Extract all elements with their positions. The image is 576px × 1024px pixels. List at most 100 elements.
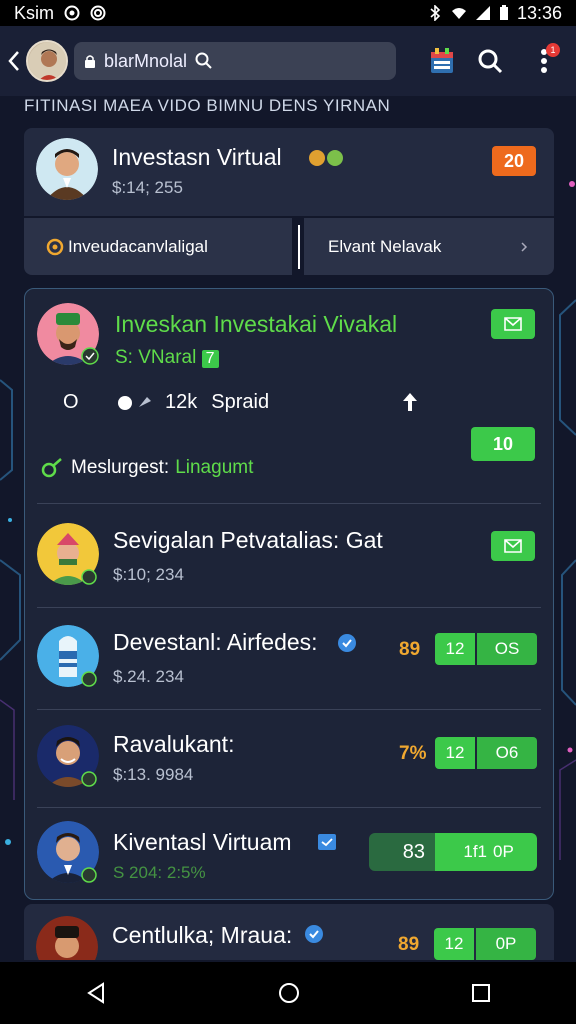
card-title: Investasn Virtual bbox=[112, 144, 282, 170]
avatar bbox=[36, 916, 98, 960]
lock-icon bbox=[85, 55, 95, 68]
avatar bbox=[36, 138, 98, 200]
online-indicator-icon bbox=[81, 867, 97, 883]
bluetooth-icon bbox=[430, 5, 441, 21]
row-percent-value: 83 bbox=[369, 833, 435, 871]
online-indicator-icon bbox=[81, 569, 97, 585]
search-icon bbox=[195, 52, 212, 69]
meta-label: Meslurgest: bbox=[71, 457, 170, 478]
verified-badge-icon bbox=[309, 150, 343, 166]
system-nav-bar bbox=[0, 962, 576, 1024]
search-box[interactable]: blarMnolal bbox=[74, 42, 396, 80]
profile-avatar[interactable] bbox=[26, 40, 68, 82]
stat-count: O bbox=[63, 391, 79, 413]
row-title: Devestanl: Airfedes: bbox=[113, 629, 318, 655]
row-subtitle: $:10; 234 bbox=[113, 565, 184, 584]
calendar-icon bbox=[431, 48, 453, 73]
recents-square-icon[interactable] bbox=[471, 983, 491, 1003]
home-circle-icon[interactable] bbox=[278, 982, 300, 1004]
tab-row: Inveudacanvlaligal Elvant Nelavak bbox=[24, 218, 554, 275]
message-button[interactable] bbox=[491, 531, 535, 561]
tab-relevant[interactable]: Elvant Nelavak bbox=[304, 218, 494, 275]
featured-title: Inveskan Investakai Vivakal bbox=[115, 311, 398, 337]
tag-icon bbox=[318, 834, 336, 850]
tab-label: Inveudacanvlaligal bbox=[68, 236, 208, 256]
featured-stats: O 12k Spraid bbox=[63, 391, 269, 414]
row-right-value: 0P bbox=[487, 833, 537, 871]
row-subtitle: S 204: 2:5% bbox=[113, 863, 206, 882]
tab-next-button[interactable] bbox=[494, 218, 554, 275]
stat-label: Spraid bbox=[211, 391, 270, 413]
row-percent: 89 bbox=[398, 934, 420, 955]
row-action-pair[interactable]: 83 1f1 0P bbox=[369, 833, 537, 871]
row-title: Ravalukant: bbox=[113, 731, 235, 757]
row-percent: 89 bbox=[399, 639, 421, 660]
list-item[interactable]: Centlulka; Mraua: 89 12 0P bbox=[24, 904, 554, 960]
row-right-value: O6 bbox=[477, 737, 537, 769]
list-item[interactable]: Ravalukant: $:13. 9984 7% 12 O6 bbox=[25, 709, 553, 807]
online-indicator-icon bbox=[81, 671, 97, 687]
row-action-pair[interactable]: 12 O6 bbox=[435, 737, 537, 769]
app-bar: blarMnolal 1 bbox=[0, 26, 576, 96]
target-icon bbox=[46, 238, 64, 255]
sync-icon bbox=[90, 5, 106, 21]
count-badge[interactable]: 20 bbox=[492, 146, 536, 176]
row-percent: 7% bbox=[399, 743, 427, 764]
tab-divider bbox=[298, 225, 300, 269]
row-title: Sevigalan Petvatalias: Gat bbox=[113, 527, 383, 553]
top-investment-card[interactable]: Investasn Virtual $:14; 255 20 bbox=[24, 128, 554, 216]
online-indicator-icon bbox=[81, 771, 97, 787]
row-right-value: 0P bbox=[476, 928, 536, 960]
verified-icon bbox=[305, 925, 323, 943]
share-icon[interactable] bbox=[401, 391, 419, 413]
row-action-pair[interactable]: 12 OS bbox=[435, 633, 537, 665]
verified-icon bbox=[338, 634, 356, 652]
search-button[interactable] bbox=[470, 41, 510, 81]
back-triangle-icon[interactable] bbox=[85, 982, 107, 1004]
list-item[interactable]: Kiventasl Virtuam S 204: 2:5% 83 1f1 0P bbox=[25, 807, 553, 899]
row-subtitle: $:13. 9984 bbox=[113, 765, 194, 784]
row-left-value: 1f1 bbox=[435, 833, 487, 871]
row-left-value: 12 bbox=[435, 737, 475, 769]
row-left-value: 12 bbox=[434, 928, 474, 960]
online-indicator-icon bbox=[81, 347, 99, 365]
row-action-pair[interactable]: 12 0P bbox=[434, 928, 536, 960]
row-left-value: 12 bbox=[435, 633, 475, 665]
meta-value: Linagumt bbox=[175, 457, 254, 478]
back-button[interactable] bbox=[2, 41, 26, 81]
tab-label: Elvant Nelavak bbox=[328, 236, 442, 256]
card-subtitle: $:14; 255 bbox=[112, 178, 183, 197]
row-title: Centlulka; Mraua: bbox=[112, 922, 293, 948]
more-menu-button[interactable]: 1 bbox=[524, 41, 564, 81]
comments-icon bbox=[118, 395, 151, 410]
tab-investment[interactable]: Inveudacanvlaligal bbox=[24, 218, 292, 275]
notification-dot: 1 bbox=[546, 43, 560, 57]
search-text: blarMnolal bbox=[104, 50, 188, 71]
message-icon bbox=[504, 539, 522, 553]
featured-meta: Meslurgest: Linagumt bbox=[41, 457, 253, 479]
message-icon bbox=[504, 317, 522, 331]
list-item[interactable]: Sevigalan Petvatalias: Gat $:10; 234 bbox=[25, 503, 553, 607]
chevron-right-icon bbox=[521, 241, 528, 252]
featured-action-button[interactable]: 10 bbox=[471, 427, 535, 461]
battery-icon bbox=[499, 5, 508, 20]
carrier-label: Ksim bbox=[14, 2, 54, 23]
featured-subtitle: S: VNaral 7 bbox=[115, 347, 219, 369]
subtitle-badge: 7 bbox=[201, 350, 219, 368]
section-header: FITINASI MAEA VIDO BIMNU DENS YIRNAN bbox=[24, 96, 391, 115]
row-subtitle: $.24. 234 bbox=[113, 667, 184, 686]
stat-value: 12k bbox=[165, 391, 198, 413]
row-right-value: OS bbox=[477, 633, 537, 665]
chevron-left-icon bbox=[8, 51, 19, 71]
list-item[interactable]: Devestanl: Airfedes: $.24. 234 89 12 OS bbox=[25, 607, 553, 709]
signal-icon bbox=[475, 6, 490, 20]
wifi-icon bbox=[451, 8, 466, 19]
clock: 13:36 bbox=[516, 2, 562, 23]
status-bar: Ksim 13:36 bbox=[0, 0, 576, 26]
calendar-button[interactable] bbox=[422, 41, 462, 81]
row-title: Kiventasl Virtuam bbox=[113, 829, 292, 855]
message-button[interactable] bbox=[491, 309, 535, 339]
link-icon bbox=[41, 458, 62, 478]
investment-feed: Inveskan Investakai Vivakal S: VNaral 7 … bbox=[24, 288, 554, 900]
at-sign-icon bbox=[64, 5, 80, 21]
